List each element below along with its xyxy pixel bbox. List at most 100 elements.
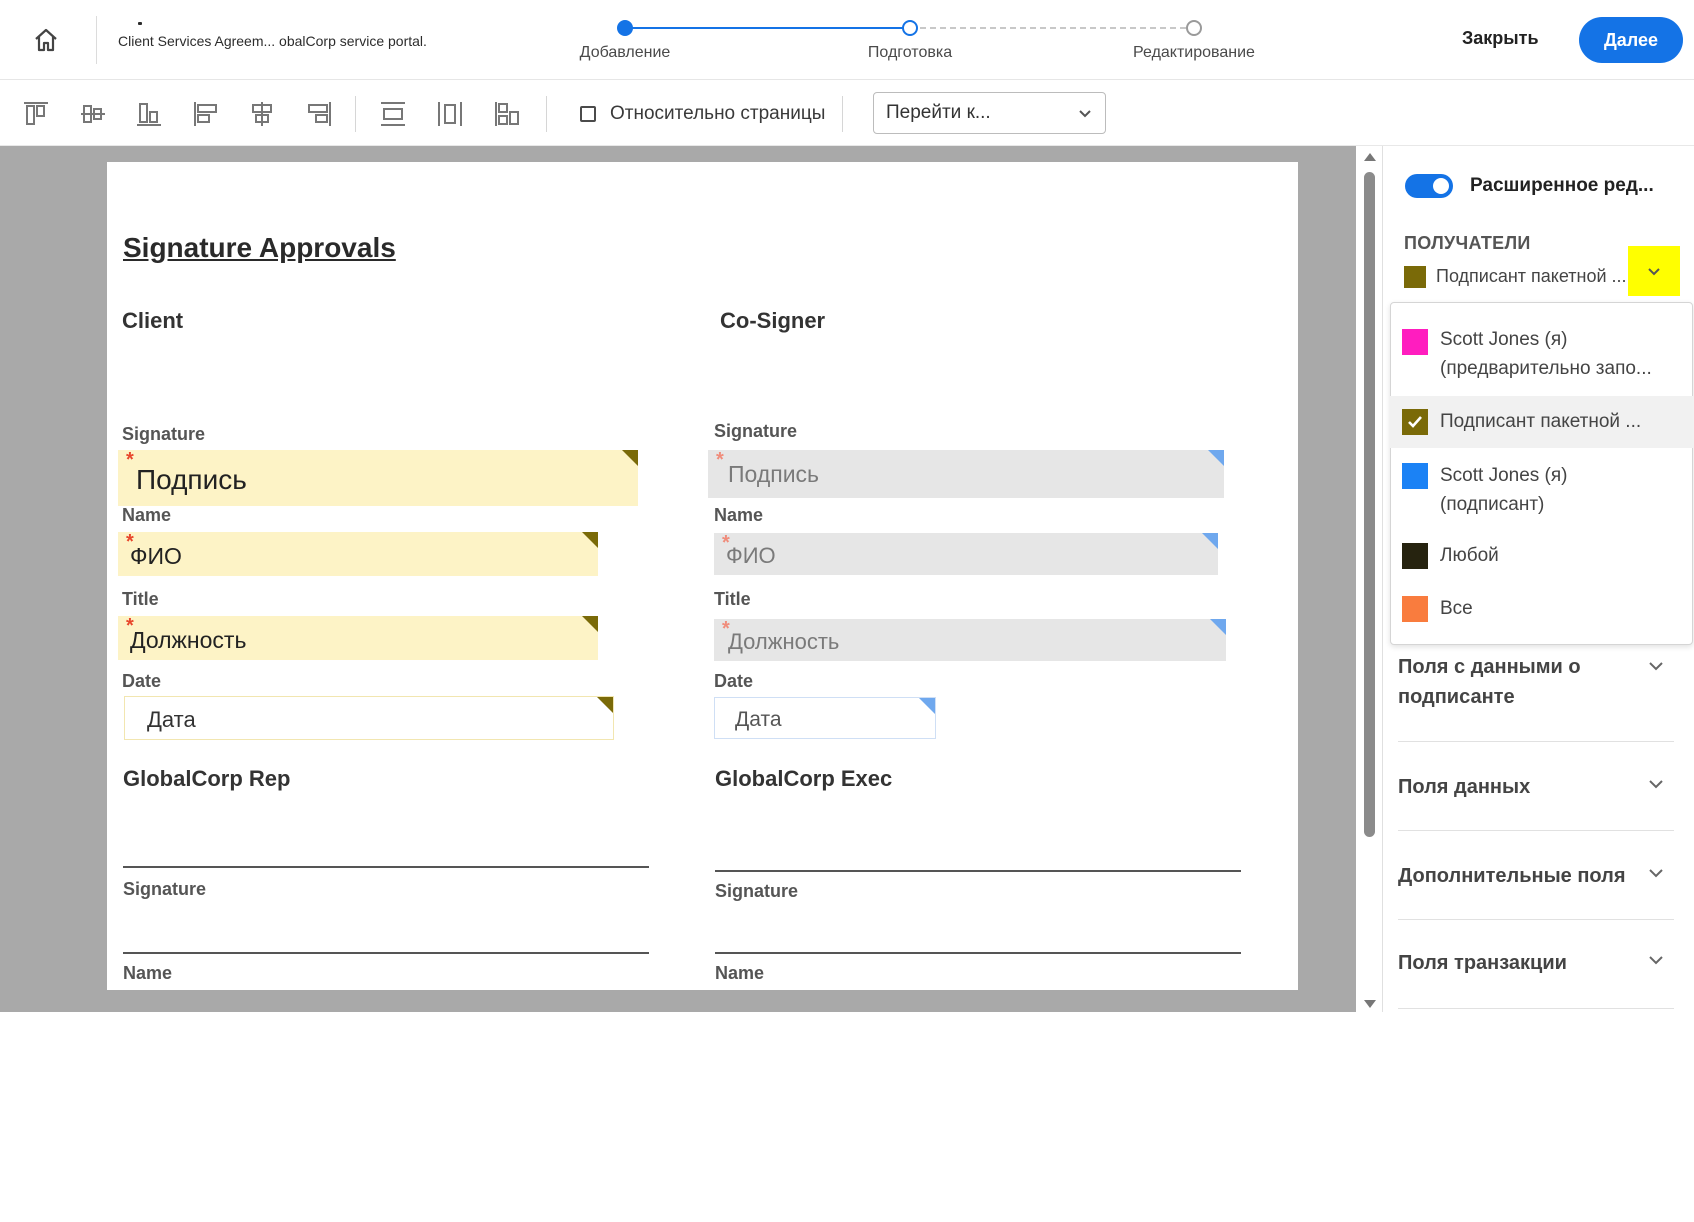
relative-to-page-checkbox[interactable]: Относительно страницы — [580, 100, 825, 128]
goto-dropdown[interactable]: Перейти к... — [873, 92, 1106, 134]
align-center-icon — [252, 102, 272, 126]
cosigner-heading: Co-Signer — [720, 308, 826, 333]
match-size-button[interactable] — [489, 96, 525, 132]
checkmark-icon — [1408, 416, 1422, 428]
align-left-button[interactable] — [188, 96, 224, 132]
rep-name-line — [123, 952, 649, 954]
align-left-icon — [194, 102, 217, 126]
accordion-transaction-fields[interactable]: Поля транзакции — [1398, 920, 1674, 1009]
rep-signature-label: Signature — [123, 879, 207, 899]
selected-recipient-swatch — [1404, 266, 1426, 288]
accordion-signer-fields[interactable]: Поля с данными о подписанте — [1398, 650, 1674, 742]
recipient-option-label: Все — [1440, 598, 1473, 619]
chevron-down-icon — [1079, 110, 1091, 118]
accordion-signer-fields-label: Поля с данными о подписанте — [1398, 656, 1581, 708]
recipient-option-scott-signer[interactable]: Scott Jones (я) (подписант) — [1390, 450, 1693, 530]
step-prepare-dot[interactable] — [902, 20, 918, 36]
cosigner-name-label: Name — [714, 505, 764, 525]
align-right-button[interactable] — [301, 96, 337, 132]
cosigner-date-label: Date — [714, 671, 754, 691]
match-size-icon — [495, 102, 519, 126]
step-edit-label[interactable]: Редактирование — [1094, 44, 1294, 62]
recipient-option-label: Любой — [1440, 545, 1499, 566]
client-title-field[interactable]: * Должность — [118, 616, 598, 660]
client-name-field[interactable]: * ФИО — [118, 532, 598, 576]
recipient-option-scott-prefill[interactable]: Scott Jones (я) (предварительно запо... — [1390, 312, 1693, 394]
advanced-editing-toggle[interactable] — [1405, 174, 1453, 198]
recipient-option-any[interactable]: Любой — [1390, 530, 1693, 582]
exec-signature-line — [715, 870, 1241, 872]
accordion-additional-fields[interactable]: Дополнительные поля — [1398, 831, 1674, 920]
close-button[interactable]: Закрыть — [1452, 18, 1549, 58]
step-add-label[interactable]: Добавление — [525, 44, 725, 62]
cosigner-signature-field[interactable]: * Подпись — [708, 450, 1224, 498]
align-top-icon — [24, 102, 48, 125]
step-add-dot[interactable] — [617, 20, 633, 36]
checkbox-box[interactable] — [580, 106, 596, 122]
client-date-placeholder: Дата — [147, 707, 196, 732]
distribute-horizontal-button[interactable] — [432, 96, 468, 132]
accordion-data-fields[interactable]: Поля данных — [1398, 742, 1674, 831]
align-bottom-button[interactable] — [131, 96, 167, 132]
align-middle-icon — [81, 105, 105, 123]
exec-signature-label: Signature — [715, 881, 799, 901]
recipient-dropdown-toggle[interactable] — [1628, 246, 1680, 296]
progress-line-pending — [920, 27, 1196, 29]
cosigner-title-field[interactable]: * Должность — [714, 619, 1226, 661]
accordion-transaction-fields-label: Поля транзакции — [1398, 952, 1567, 974]
scrollbar-thumb[interactable] — [1364, 172, 1375, 837]
recipient-corner-marker — [582, 616, 598, 632]
align-center-button[interactable] — [244, 96, 280, 132]
chevron-down-icon — [1648, 268, 1660, 276]
recipient-color-swatch — [1402, 409, 1428, 435]
client-signature-placeholder: Подпись — [136, 464, 247, 495]
panel-divider — [1382, 146, 1383, 1012]
recipient-option-label: Scott Jones (я) (подписант) — [1440, 465, 1568, 515]
recipients-title: ПОЛУЧАТЕЛИ — [1404, 233, 1531, 253]
rep-name-label: Name — [123, 963, 173, 983]
recipient-option-all[interactable]: Все — [1390, 583, 1693, 635]
align-top-button[interactable] — [18, 96, 54, 132]
step-prepare-label[interactable]: Подготовка — [810, 44, 1010, 62]
selected-recipient-label: Подписант пакетной ... — [1436, 266, 1627, 286]
next-button[interactable]: Далее — [1579, 17, 1683, 63]
cosigner-date-field[interactable]: Дата — [714, 697, 936, 739]
accordion-additional-fields-label: Дополнительные поля — [1398, 865, 1626, 887]
distribute-vertical-button[interactable] — [375, 96, 411, 132]
cosigner-name-field[interactable]: * ФИО — [714, 533, 1218, 575]
recipient-corner-marker — [582, 532, 598, 548]
client-name-label: Name — [122, 505, 172, 525]
recipient-color-swatch — [1402, 329, 1428, 355]
align-middle-button[interactable] — [75, 96, 111, 132]
client-heading: Client — [122, 308, 184, 333]
toggle-knob — [1433, 178, 1449, 194]
home-button[interactable] — [28, 22, 64, 58]
client-name-placeholder: ФИО — [130, 543, 182, 569]
advanced-editing-label: Расширенное ред... — [1470, 175, 1654, 196]
exec-name-line — [715, 952, 1241, 954]
exec-heading: GlobalCorp Exec — [715, 766, 893, 791]
cosigner-name-placeholder: ФИО — [726, 543, 776, 568]
client-date-field[interactable]: Дата — [124, 696, 614, 740]
recipient-option-bulk-signer[interactable]: Подписант пакетной ... — [1390, 396, 1693, 448]
recipient-corner-marker — [1202, 533, 1218, 549]
recipient-color-swatch — [1402, 543, 1428, 569]
client-signature-label: Signature — [122, 424, 206, 444]
client-title-placeholder: Должность — [130, 627, 247, 653]
accordion-data-fields-label: Поля данных — [1398, 776, 1531, 798]
goto-dropdown-label: Перейти к... — [886, 102, 991, 123]
scroll-down-arrow-icon[interactable] — [1362, 997, 1378, 1011]
recipient-corner-marker — [597, 697, 613, 713]
chevron-down-icon — [1649, 869, 1663, 878]
cosigner-title-placeholder: Должность — [728, 629, 840, 654]
client-signature-field[interactable]: * Подпись — [118, 450, 638, 506]
step-edit-dot[interactable] — [1186, 20, 1202, 36]
chevron-down-icon — [1649, 956, 1663, 965]
cosigner-signature-label: Signature — [714, 421, 798, 441]
required-marker: * — [716, 449, 724, 471]
recipient-color-swatch — [1402, 596, 1428, 622]
recipient-color-swatch — [1402, 463, 1428, 489]
scroll-up-arrow-icon[interactable] — [1362, 150, 1378, 164]
chevron-down-icon — [1649, 662, 1663, 671]
relative-to-page-label: Относительно страницы — [610, 103, 826, 124]
